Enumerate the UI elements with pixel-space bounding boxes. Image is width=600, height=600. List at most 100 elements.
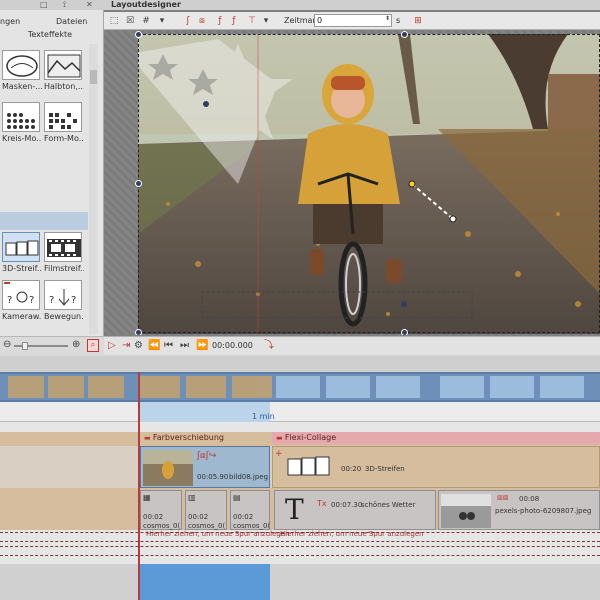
align-dropdown-icon[interactable]: ▾ [260,15,272,27]
fast-forward-icon[interactable]: ⏩ [196,340,208,352]
play-from-start-icon[interactable]: ⇥ [122,340,130,352]
zoom-in-icon[interactable]: ⊕ [72,339,80,350]
zeitmarke-input[interactable]: 0 [314,14,392,27]
zoom-out-icon[interactable]: ⊖ [3,339,11,350]
tab-effekte[interactable]: ngen [0,17,20,26]
effect-form-mosaik[interactable]: Form-Mo... [44,102,84,143]
clip-3d-streifen[interactable]: + 00:20 3D-Streifen [272,446,600,488]
align-icon[interactable]: ⊤ [246,15,258,27]
clip-time: 00:02 [143,513,164,521]
panel-titlebar: □ ⟟ ✕ [0,0,104,10]
selection-frame[interactable] [138,34,600,333]
effect-3d-streifen[interactable]: 3D-Streif... [2,232,42,273]
svg-text:?: ? [71,295,76,306]
pin-icon[interactable]: ⟟ [63,0,66,10]
grid-snap-icon[interactable]: ☒ [124,15,136,27]
3d-stripes-effect-icon [287,456,330,476]
section-label-farbverschiebung[interactable]: ▬ Farbverschiebung [140,432,270,444]
close-icon[interactable]: ✕ [86,0,93,9]
effects-panel: □ ⟟ ✕ ngen Dateien Texteffekte Masken-..… [0,0,104,355]
effect-masken[interactable]: Masken-... [2,50,42,91]
clip-thumbnail-icon: ▤ [233,493,241,502]
audio-track[interactable] [0,564,600,600]
keyframe-add-icon[interactable]: ⊞ [412,15,424,27]
drop-zone-track-2[interactable] [0,546,600,556]
effects-category-band [0,212,88,230]
rewind-icon[interactable]: ⏪ [148,340,160,352]
resize-handle-top-center[interactable] [401,31,408,38]
effect-filmstreifen[interactable]: Filmstreif... [44,232,84,273]
section-label-flexi-collage[interactable]: ▬ Flexi-Collage [272,432,600,444]
effects-scrollbar[interactable] [89,44,98,334]
zeitmarke-spinner-icon[interactable]: ⬍ [385,15,390,22]
function-icon[interactable]: ƒ [214,15,226,27]
clip-name: cosmos_0( [143,522,181,530]
zoom-slider-knob[interactable] [22,342,28,350]
play-icon[interactable]: ▷ [108,340,116,352]
tab-dateien[interactable]: Dateien [56,17,87,26]
effect-kamerawechsel[interactable]: ?? Kameraw... [2,280,42,321]
minimize-icon[interactable]: □ [40,0,48,9]
timeline-ruler[interactable] [0,402,600,422]
resize-handle-middle-left[interactable] [135,180,142,187]
curve-tool-icon[interactable]: ʃ [182,15,194,27]
dropdown-arrow-icon[interactable]: ▾ [156,15,168,27]
clip-name: 3D-Streifen [365,465,405,473]
resize-handle-bottom-center[interactable] [401,329,408,335]
clip-name: cosmos_0( [188,522,226,530]
effect-bewegung[interactable]: ?? Bewegun... [44,280,84,321]
clip-time: 00:02 [233,513,254,521]
search-effect-icon[interactable]: ⌕ [87,339,99,352]
preview-controls: ▷ ⇥ ⚙ ⏪ ⏮ ⏭ ⏩ 00:00.000 ⤵ [104,336,600,355]
clip-time: 00:20 [341,465,362,473]
grid-icon[interactable]: # [140,15,152,27]
ruler-selection [140,402,270,422]
text-effect-icon: Tx [317,499,327,508]
clip-time: 00:07.30 [331,501,363,509]
effect-kreis-mosaik[interactable]: Kreis-Mo... [2,102,42,143]
step-forward-icon[interactable]: ⏭ [180,340,189,352]
function-alt-icon[interactable]: ƒ [228,15,240,27]
effect-label: Bewegun... [44,312,84,321]
filmstrip-effect-icon [44,232,82,262]
storyboard-strip[interactable] [0,372,600,402]
clip-cosmos-2[interactable]: ▥ 00:02 cosmos_0( [185,490,227,530]
effect-label: Masken-... [2,82,42,91]
clip-name: bild08.jpeg [229,473,269,481]
resize-handle-bottom-left[interactable] [135,329,142,335]
subtab-texteffekte[interactable]: Texteffekte [0,30,100,42]
add-icon[interactable]: + [275,449,283,459]
clip-time: 00:05.90 [197,473,229,481]
clip-cosmos-3[interactable]: ▤ 00:02 cosmos_0( [230,490,270,530]
clip-bild08[interactable]: ʃ⧈ʃ↪ 00:05.90 bild08.jpeg [140,446,270,488]
section-label: Farbverschiebung [152,433,225,442]
keyframe-icon[interactable]: ⧈ [196,15,208,27]
clip-time: 00:02 [188,513,209,521]
camera-effect-icon: ?? [2,280,40,310]
3d-stripes-effect-icon [2,232,40,262]
text-clip-icon: T [285,493,304,526]
clip-cosmos-1[interactable]: ▦ 00:02 cosmos_0( [140,490,182,530]
svg-text:?: ? [29,295,34,306]
clip-pexels-photo[interactable]: ⧈⧈ 00:08 pexels-photo-6209807.jpeg [438,490,600,530]
step-back-icon[interactable]: ⏮ [164,340,173,352]
playhead[interactable] [138,372,140,600]
section-label: Flexi-Collage [284,433,337,442]
clip-thumbnail [441,494,491,528]
marker-icon[interactable]: ⤵ [264,340,274,352]
effect-label: Filmstreif... [44,264,84,273]
effect-halbton[interactable]: Halbton,... [44,50,84,91]
select-tool-icon[interactable]: ⬚ [108,15,120,27]
collapse-icon[interactable]: ▬ [276,434,285,442]
settings-icon[interactable]: ⚙ [134,340,143,352]
clip-text-schoenes-wetter[interactable]: T Tx 00:07.30 schönes Wetter [274,490,436,530]
mask-effect-icon [2,50,40,80]
preview-stage[interactable] [104,31,600,335]
drop-hint-2: Hierher ziehen, um neue Spur anzulegen [280,530,424,538]
clip-name: cosmos_0( [233,522,271,530]
scrollbar-thumb[interactable] [90,70,97,84]
collapse-icon[interactable]: ▬ [144,434,153,442]
svg-text:?: ? [49,295,54,306]
resize-handle-top-left[interactable] [135,31,142,38]
clip-time: 00:08 [519,495,540,503]
